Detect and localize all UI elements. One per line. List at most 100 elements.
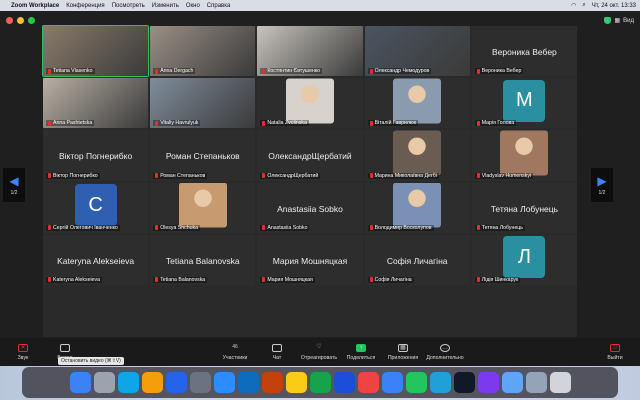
dock-app-viber-icon[interactable] — [477, 372, 499, 393]
participant-tile[interactable]: Софія Личагіна Софія Личагіна — [364, 234, 470, 285]
mic-muted-icon — [262, 277, 266, 283]
participant-tile[interactable]: ОлександрЩербатий ОлександрЩербатий — [257, 130, 363, 181]
participant-tile[interactable]: Vladyslav Humenskyi — [471, 130, 577, 181]
dock-app-finder-icon[interactable] — [69, 372, 91, 393]
participant-avatar: M — [503, 79, 546, 122]
dock-app-safari-icon[interactable] — [117, 372, 139, 393]
view-label: Вид — [623, 17, 634, 24]
participant-name-label: Vladyslav Humenskyi — [474, 172, 534, 179]
next-page-button[interactable]: ▶ 1/2 — [591, 168, 613, 202]
dock-app-powerpoint-icon[interactable] — [261, 372, 283, 393]
chat-button[interactable]: Чат — [256, 343, 298, 361]
dock-app-music-icon[interactable] — [357, 372, 379, 393]
close-window-button[interactable] — [6, 17, 13, 24]
participant-tile[interactable]: M Марія Голова — [471, 78, 577, 129]
participant-tile[interactable]: Тетяна Лобунець Тетяна Лобунець — [471, 182, 577, 233]
dock-app-word-icon[interactable] — [333, 372, 355, 393]
page-indicator-left: 1/2 — [10, 190, 18, 196]
wifi-icon[interactable]: ◠ — [571, 2, 576, 9]
participant-tile[interactable]: Марина Миколаївна Дегбі — [364, 130, 470, 181]
dock-app-zoom-icon[interactable] — [213, 372, 235, 393]
share-label: Поделиться — [346, 354, 376, 361]
dock-app-mail-icon[interactable] — [381, 372, 403, 393]
participant-photo — [285, 78, 334, 124]
menu-item-edit[interactable]: Изменить — [152, 3, 179, 9]
menu-item-conference[interactable]: Конференция — [66, 3, 104, 9]
mic-muted-icon — [262, 173, 266, 178]
mic-muted-icon — [155, 277, 159, 283]
more-button[interactable]: … Дополнительно — [424, 343, 466, 361]
participant-tile[interactable]: Anastasiia Sobko Anastasiia Sobko — [257, 182, 363, 233]
participant-name: Vitaliy Havrulyuk — [160, 120, 199, 127]
participant-tile[interactable]: Олександр Чемодуров — [364, 26, 470, 77]
share-button[interactable]: ↑ Поделиться — [340, 343, 382, 361]
participant-name-label: Роман Степаньков — [153, 172, 208, 179]
participant-display-name: Tetiana Balanovska — [165, 255, 240, 266]
dock-app-chrome-icon[interactable] — [405, 372, 427, 393]
react-button[interactable]: ♡ Отреагировать — [298, 344, 340, 361]
dock-app-app-store-icon[interactable] — [165, 372, 187, 393]
mic-muted-icon — [48, 225, 51, 231]
search-icon[interactable]: ⌕ — [582, 2, 585, 9]
dock-app-photos-icon[interactable] — [141, 372, 163, 393]
clock[interactable]: Чт, 24 окт. 13:33 — [592, 3, 636, 9]
dock-app-downloads-icon[interactable] — [525, 372, 547, 393]
apps-button[interactable]: ▦ Приложения — [382, 343, 424, 361]
share-arrow-icon: ↑ — [356, 343, 366, 352]
participant-tile[interactable]: Л Лідія Шинкарук — [471, 234, 577, 285]
dock-app-preview-icon[interactable] — [501, 372, 523, 393]
prev-page-button[interactable]: ◀ 1/2 — [3, 168, 25, 202]
participant-photo — [178, 182, 227, 228]
dock-app-excel-icon[interactable] — [309, 372, 331, 393]
view-button[interactable]: ▦ Вид — [604, 17, 634, 24]
minimize-window-button[interactable] — [17, 17, 24, 24]
participant-tile[interactable]: Костянтин Євтушенко — [257, 26, 363, 77]
participant-tile[interactable]: C Сергій Олегович Іванченко — [43, 182, 149, 233]
participant-name-label: Олександр Чемодуров — [367, 68, 432, 75]
dock-app-telegram-icon[interactable] — [429, 372, 451, 393]
dock-app-launchpad-icon[interactable] — [93, 372, 115, 393]
macos-menubar: Zoom Workplace Конференция Посмотреть Из… — [0, 0, 640, 11]
participant-tile[interactable]: Володимир Восколупов — [364, 182, 470, 233]
leave-button[interactable]: ⎋ Выйти — [594, 343, 636, 361]
participant-tile[interactable]: Vitaliy Havrulyuk — [150, 78, 256, 129]
leave-icon: ⎋ — [610, 343, 620, 352]
menu-item-window[interactable]: Окно — [186, 3, 200, 9]
menu-item-view[interactable]: Посмотреть — [112, 3, 145, 9]
dock-app-outlook-icon[interactable] — [237, 372, 259, 393]
dock-app-settings-icon[interactable] — [189, 372, 211, 393]
participant-tile[interactable]: Anna Pashtetska — [43, 78, 149, 129]
participant-name: ОлександрЩербатий — [267, 172, 319, 179]
mic-muted-icon — [48, 120, 51, 126]
zoom-window-button[interactable] — [28, 17, 35, 24]
app-menu[interactable]: Zoom Workplace — [11, 3, 59, 9]
participant-name-label: Anastasiia Sobko — [260, 224, 310, 231]
participant-name-label: Anna Dergach — [153, 68, 196, 75]
participant-name: Марина Миколаївна Дегбі — [374, 172, 437, 179]
participant-tile[interactable]: Olesya Shchuka — [150, 182, 256, 233]
participant-tile[interactable]: Tetiana Balanovska Tetiana Balanovska — [150, 234, 256, 285]
participant-tile[interactable]: Вероника Вебер Вероника Вебер — [471, 26, 577, 77]
dock-app-terminal-icon[interactable] — [453, 372, 475, 393]
participant-tile[interactable]: Віктор Погнерибко Віктор Погнерибко — [43, 130, 149, 181]
participant-tile[interactable]: Мария Мошняцкая Мария Мошняцкая — [257, 234, 363, 285]
participant-tile[interactable]: Tetiana Vlasenko — [41, 24, 150, 78]
participant-name-label: Софія Личагіна — [367, 276, 414, 283]
participant-tile[interactable]: Роман Степаньков Роман Степаньков — [150, 130, 256, 181]
participant-tile[interactable]: Anna Dergach — [150, 26, 256, 77]
participant-tile[interactable]: Віталій Гаврилюк — [364, 78, 470, 129]
participant-display-name: Anastasiia Sobko — [277, 203, 343, 214]
participant-name: Марія Голова — [481, 120, 515, 127]
participants-button[interactable]: 46 Участники — [214, 344, 256, 361]
chevron-right-icon: ▶ — [597, 174, 607, 188]
participant-tile[interactable]: Natalia Zvolinska — [257, 78, 363, 129]
participant-name-label: Olesya Shchuka — [153, 224, 200, 231]
menu-item-help[interactable]: Справка — [207, 3, 231, 9]
chat-icon — [272, 343, 282, 352]
audio-button[interactable]: ✕ Звук — [2, 343, 44, 361]
participant-avatar: Л — [503, 236, 546, 279]
dock-app-notes-icon[interactable] — [285, 372, 307, 393]
participant-display-name: Kateryna Alekseieva — [57, 255, 135, 266]
participant-tile[interactable]: Kateryna Alekseieva Kateryna Alekseieva — [43, 234, 149, 285]
dock-app-trash-icon[interactable] — [549, 372, 571, 393]
